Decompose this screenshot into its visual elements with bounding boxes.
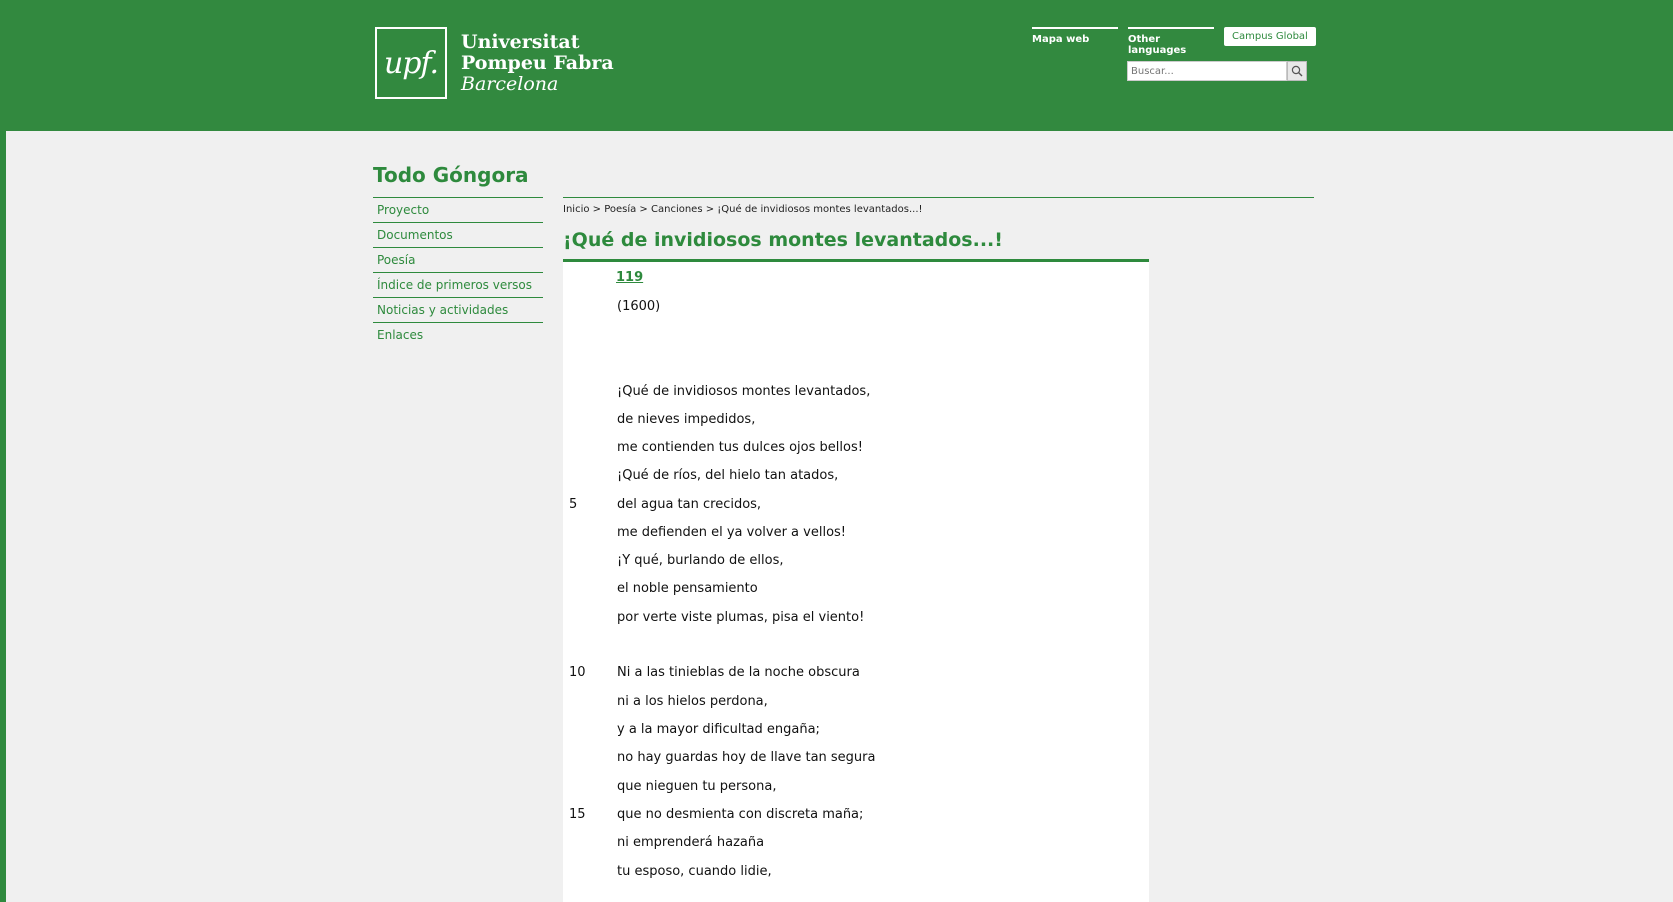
verse-text: Ni a las tinieblas de la noche obscura bbox=[617, 665, 860, 680]
nav-item-noticias[interactable]: Noticias y actividades bbox=[373, 297, 543, 322]
site-title[interactable]: Todo Góngora bbox=[373, 163, 529, 187]
mapa-web-link[interactable]: Mapa web bbox=[1032, 27, 1118, 45]
verse-text: ni emprenderá hazaña bbox=[617, 835, 765, 850]
campus-global-button[interactable]: Campus Global bbox=[1224, 27, 1316, 46]
upf-logo[interactable]: upf. Universitat Pompeu Fabra Barcelona bbox=[375, 27, 614, 99]
page-title: ¡Qué de invidiosos montes levantados...! bbox=[563, 229, 1003, 251]
verse-line: tu esposo, cuando lidie, bbox=[563, 864, 1149, 882]
nav-item-enlaces[interactable]: Enlaces bbox=[373, 322, 543, 347]
poem-number-link[interactable]: 119 bbox=[616, 270, 643, 285]
verse-text: tu esposo, cuando lidie, bbox=[617, 864, 772, 879]
verse-text: ¡Y qué, burlando de ellos, bbox=[617, 553, 784, 568]
logo-line-3: Barcelona bbox=[461, 72, 559, 95]
logo-wordmark: Universitat Pompeu Fabra Barcelona bbox=[461, 30, 614, 95]
logo-line-1: Universitat bbox=[461, 30, 580, 53]
verse-line: 5 del agua tan crecidos, bbox=[563, 497, 1149, 515]
verse-line: ni emprenderá hazaña bbox=[563, 835, 1149, 853]
verse-text: ¡Qué de invidiosos montes levantados, bbox=[617, 384, 871, 399]
other-languages-link[interactable]: Other languages bbox=[1128, 27, 1214, 56]
search-button[interactable] bbox=[1287, 61, 1307, 81]
verse-number: 5 bbox=[569, 497, 578, 512]
verse-line: el noble pensamiento bbox=[563, 581, 1149, 599]
nav-item-documentos[interactable]: Documentos bbox=[373, 222, 543, 247]
main-content: Inicio > Poesía > Canciones > ¡Qué de in… bbox=[563, 197, 1314, 902]
logo-mark: upf. bbox=[375, 27, 447, 99]
verse-number: 10 bbox=[569, 665, 586, 680]
verse-line: ¡Y qué, burlando de ellos, bbox=[563, 553, 1149, 571]
verse-text: que no desmienta con discreta maña; bbox=[617, 807, 864, 822]
verse-text: que nieguen tu persona, bbox=[617, 779, 777, 794]
logo-mark-text: upf. bbox=[383, 45, 439, 81]
search-icon bbox=[1291, 65, 1303, 77]
logo-line-2: Pompeu Fabra bbox=[461, 51, 614, 74]
verse-text: por verte viste plumas, pisa el viento! bbox=[617, 610, 865, 625]
verse-number: 15 bbox=[569, 807, 586, 822]
poem-panel: 119 (1600) ¡Qué de invidiosos montes lev… bbox=[563, 259, 1149, 902]
search-input[interactable] bbox=[1127, 61, 1287, 81]
verse-text: el noble pensamiento bbox=[617, 581, 758, 596]
verse-text: del agua tan crecidos, bbox=[617, 497, 762, 512]
verse-line: y a la mayor dificultad engaña; bbox=[563, 722, 1149, 740]
verse-line: me defienden el ya volver a vellos! bbox=[563, 525, 1149, 543]
verse-text: me contienden tus dulces ojos bellos! bbox=[617, 440, 863, 455]
verse-line: que nieguen tu persona, bbox=[563, 779, 1149, 797]
nav-item-indice[interactable]: Índice de primeros versos bbox=[373, 272, 543, 297]
verse-text: ¡Qué de ríos, del hielo tan atados, bbox=[617, 468, 839, 483]
verse-line: me contienden tus dulces ojos bellos! bbox=[563, 440, 1149, 458]
verse-text: de nieves impedidos, bbox=[617, 412, 756, 427]
poem-year: (1600) bbox=[617, 299, 661, 314]
verse-line: ¡Qué de invidiosos montes levantados, bbox=[563, 384, 1149, 402]
verse-line: 10 Ni a las tinieblas de la noche obscura bbox=[563, 665, 1149, 683]
verse-line: de nieves impedidos, bbox=[563, 412, 1149, 430]
breadcrumb[interactable]: Inicio > Poesía > Canciones > ¡Qué de in… bbox=[563, 197, 1314, 215]
site-header: upf. Universitat Pompeu Fabra Barcelona … bbox=[0, 0, 1673, 131]
verse-text: me defienden el ya volver a vellos! bbox=[617, 525, 847, 540]
nav-item-poesia[interactable]: Poesía bbox=[373, 247, 543, 272]
verse-text: y a la mayor dificultad engaña; bbox=[617, 722, 820, 737]
verse-line: no hay guardas hoy de llave tan segura bbox=[563, 750, 1149, 768]
verse-line: 15 que no desmienta con discreta maña; bbox=[563, 807, 1149, 825]
verse-line: por verte viste plumas, pisa el viento! bbox=[563, 610, 1149, 628]
verse-text: ni a los hielos perdona, bbox=[617, 694, 768, 709]
verse-text: no hay guardas hoy de llave tan segura bbox=[617, 750, 876, 765]
sidebar-nav: Proyecto Documentos Poesía Índice de pri… bbox=[373, 197, 543, 347]
content-area: Todo Góngora Proyecto Documentos Poesía … bbox=[6, 131, 1673, 902]
verse-line: ni a los hielos perdona, bbox=[563, 694, 1149, 712]
nav-item-proyecto[interactable]: Proyecto bbox=[373, 197, 543, 222]
top-links: Mapa web Other languages Campus Global bbox=[1032, 27, 1316, 56]
search-form bbox=[1127, 61, 1307, 81]
verse-line: ¡Qué de ríos, del hielo tan atados, bbox=[563, 468, 1149, 486]
